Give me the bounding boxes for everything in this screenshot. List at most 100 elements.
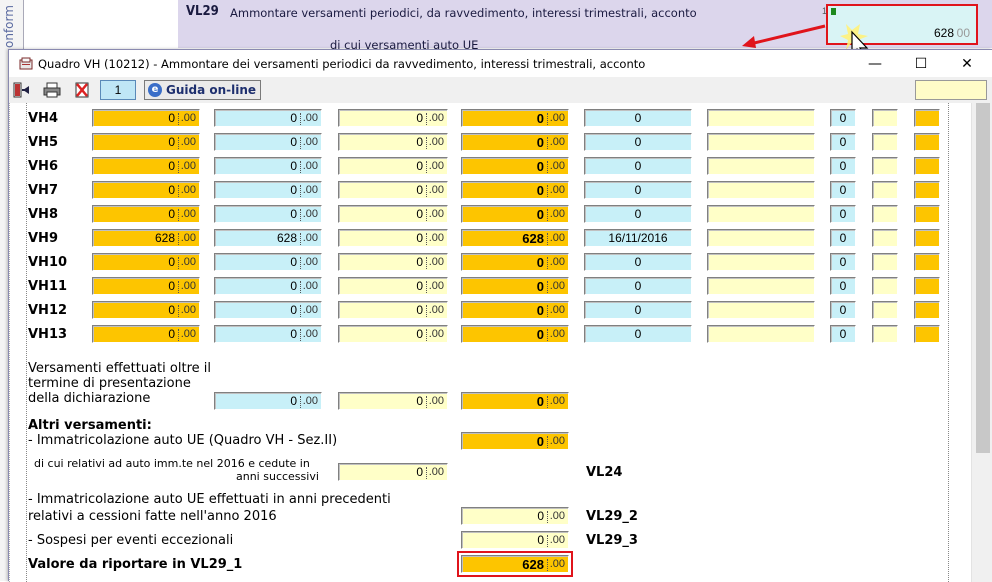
vh-field-col9[interactable] — [914, 229, 940, 247]
vh-field-col2[interactable]: 0.00 — [214, 133, 322, 151]
vh-field-col8[interactable] — [872, 109, 898, 127]
vh-field-col2[interactable]: 0.00 — [214, 277, 322, 295]
vh-field-col5[interactable]: 16/11/2016 — [584, 229, 692, 247]
vh-field-col8[interactable] — [872, 181, 898, 199]
delete-icon[interactable] — [71, 80, 93, 100]
vh-field-col5[interactable]: 0 — [584, 157, 692, 175]
vh-field-col3[interactable]: 0.00 — [338, 109, 448, 127]
vh-field-col8[interactable] — [872, 229, 898, 247]
vertical-scrollbar[interactable] — [971, 103, 992, 582]
vh-field-col3[interactable]: 0.00 — [338, 277, 448, 295]
vh-field-col8[interactable] — [872, 277, 898, 295]
vh-field-col8[interactable] — [872, 133, 898, 151]
vh-field-col4[interactable]: 0.00 — [461, 157, 569, 175]
vh-field-col9[interactable] — [914, 253, 940, 271]
vh-field-col6[interactable] — [707, 253, 815, 271]
vh-field-col7[interactable]: 0 — [830, 133, 856, 151]
vh-field-col2[interactable]: 0.00 — [214, 301, 322, 319]
vh-field-col7[interactable]: 0 — [830, 325, 856, 343]
vh-field-col1[interactable]: 0.00 — [92, 181, 200, 199]
vh-field-col2[interactable]: 0.00 — [214, 205, 322, 223]
vh-field-col9[interactable] — [914, 205, 940, 223]
vh-field-col3[interactable]: 0.00 — [338, 181, 448, 199]
vh-field-col9[interactable] — [914, 133, 940, 151]
vh-field-col8[interactable] — [872, 325, 898, 343]
late-payments-field-4[interactable]: 0.00 — [461, 392, 569, 410]
vh-field-col4[interactable]: 0.00 — [461, 277, 569, 295]
vh-field-col3[interactable]: 0.00 — [338, 157, 448, 175]
vh-field-col9[interactable] — [914, 325, 940, 343]
vh-field-col1[interactable]: 0.00 — [92, 109, 200, 127]
vh-field-col1[interactable]: 0.00 — [92, 325, 200, 343]
vh-field-col1[interactable]: 0.00 — [92, 205, 200, 223]
totale-field[interactable]: 628.00 — [461, 555, 569, 573]
vh-field-col1[interactable]: 628.00 — [92, 229, 200, 247]
page-number-field[interactable]: 1 — [100, 80, 136, 100]
vh-field-col6[interactable] — [707, 277, 815, 295]
vh-field-col6[interactable] — [707, 325, 815, 343]
vh-field-col1[interactable]: 0.00 — [92, 157, 200, 175]
vh-field-col2[interactable]: 0.00 — [214, 253, 322, 271]
vh-field-col8[interactable] — [872, 301, 898, 319]
vh-field-col5[interactable]: 0 — [584, 133, 692, 151]
vh-field-col1[interactable]: 0.00 — [92, 253, 200, 271]
vh-field-col4[interactable]: 0.00 — [461, 181, 569, 199]
vh-field-col4[interactable]: 0.00 — [461, 133, 569, 151]
vh-field-col6[interactable] — [707, 157, 815, 175]
vh-field-col6[interactable] — [707, 181, 815, 199]
vh-field-col7[interactable]: 0 — [830, 181, 856, 199]
vh-field-col5[interactable]: 0 — [584, 181, 692, 199]
vh-field-col7[interactable]: 0 — [830, 301, 856, 319]
vh-field-col3[interactable]: 0.00 — [338, 253, 448, 271]
vh-field-col2[interactable]: 0.00 — [214, 157, 322, 175]
ceduti-field[interactable]: 0.00 — [338, 463, 448, 481]
vh-field-col9[interactable] — [914, 109, 940, 127]
vh-field-col3[interactable]: 0.00 — [338, 229, 448, 247]
exit-icon[interactable] — [11, 80, 33, 100]
immatricolazione-field[interactable]: 0.00 — [461, 432, 569, 450]
vh-field-col4[interactable]: 0.00 — [461, 109, 569, 127]
close-button[interactable]: ✕ — [944, 50, 990, 77]
vh-field-col8[interactable] — [872, 253, 898, 271]
vh-field-col4[interactable]: 0.00 — [461, 253, 569, 271]
vh-field-col7[interactable]: 0 — [830, 205, 856, 223]
vh-field-col9[interactable] — [914, 181, 940, 199]
vh-field-col5[interactable]: 0 — [584, 301, 692, 319]
vh-field-col6[interactable] — [707, 229, 815, 247]
vh-field-col2[interactable]: 628.00 — [214, 229, 322, 247]
vh-field-col6[interactable] — [707, 205, 815, 223]
vh-field-col4[interactable]: 0.00 — [461, 205, 569, 223]
online-guide-button[interactable]: e Guida on-line — [144, 80, 261, 100]
vh-field-col4[interactable]: 0.00 — [461, 301, 569, 319]
vh-field-col7[interactable]: 0 — [830, 229, 856, 247]
sospesi-field[interactable]: 0.00 — [461, 531, 569, 549]
vh-field-col5[interactable]: 0 — [584, 205, 692, 223]
vh-field-col5[interactable]: 0 — [584, 109, 692, 127]
scrollbar-thumb[interactable] — [976, 103, 990, 453]
maximize-button[interactable]: ☐ — [898, 50, 944, 77]
vh-field-col6[interactable] — [707, 133, 815, 151]
vh-field-col7[interactable]: 0 — [830, 253, 856, 271]
print-icon[interactable] — [41, 80, 63, 100]
vh-field-col3[interactable]: 0.00 — [338, 301, 448, 319]
vh-field-col3[interactable]: 0.00 — [338, 133, 448, 151]
prec-field[interactable]: 0.00 — [461, 507, 569, 525]
vh-field-col6[interactable] — [707, 109, 815, 127]
vh-field-col8[interactable] — [872, 205, 898, 223]
vh-field-col2[interactable]: 0.00 — [214, 325, 322, 343]
vh-field-col8[interactable] — [872, 157, 898, 175]
vh-field-col2[interactable]: 0.00 — [214, 181, 322, 199]
vh-field-col5[interactable]: 0 — [584, 277, 692, 295]
minimize-button[interactable]: — — [852, 50, 898, 77]
vh-field-col2[interactable]: 0.00 — [214, 109, 322, 127]
late-payments-field-2[interactable]: 0.00 — [214, 392, 322, 410]
vh-field-col4[interactable]: 628.00 — [461, 229, 569, 247]
vh-field-col7[interactable]: 0 — [830, 109, 856, 127]
vh-field-col4[interactable]: 0.00 — [461, 325, 569, 343]
late-payments-field-3[interactable]: 0.00 — [338, 392, 448, 410]
vh-field-col5[interactable]: 0 — [584, 253, 692, 271]
vh-field-col7[interactable]: 0 — [830, 277, 856, 295]
vh-field-col3[interactable]: 0.00 — [338, 205, 448, 223]
vh-field-col1[interactable]: 0.00 — [92, 301, 200, 319]
vh-field-col5[interactable]: 0 — [584, 325, 692, 343]
